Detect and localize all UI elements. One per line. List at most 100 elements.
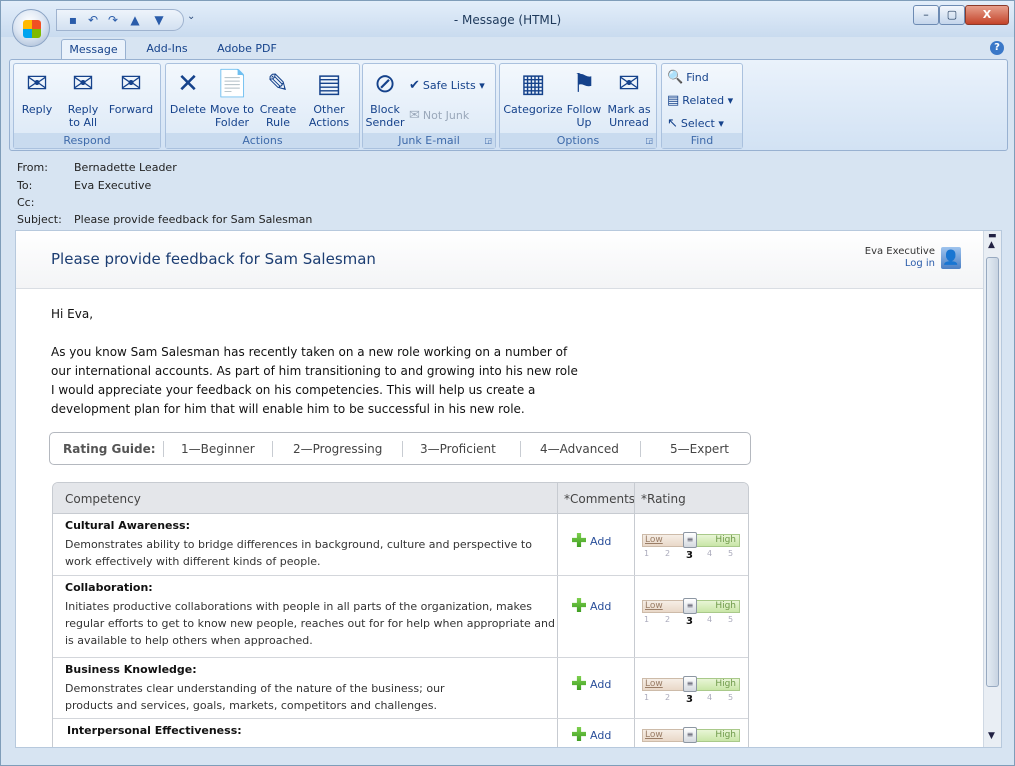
reply-all-icon: ✉ bbox=[72, 69, 94, 99]
plus-icon bbox=[572, 598, 586, 612]
scale-tick: 1 bbox=[644, 693, 650, 702]
dialog-launcher-icon[interactable]: ◲ bbox=[484, 136, 492, 145]
scale-tick: 2 bbox=[665, 615, 671, 624]
safe-lists-button[interactable]: ✔ Safe Lists ▾ bbox=[409, 78, 485, 94]
find-button[interactable]: 🔍 Find bbox=[667, 70, 709, 86]
banner-title: Please provide feedback for Sam Salesman bbox=[51, 250, 376, 268]
reply-icon: ✉ bbox=[26, 69, 48, 99]
tab-message[interactable]: Message bbox=[61, 39, 126, 60]
create-rule-icon: ✎ bbox=[267, 69, 289, 99]
rating-slider[interactable]: Low High ≡ bbox=[642, 727, 740, 747]
ribbon: ✉ Reply ✉ Reply to All ✉ Forward Respond ✕ D… bbox=[9, 59, 1008, 151]
group-label: Junk E-mail bbox=[363, 133, 495, 148]
not-junk-button[interactable]: ✉ Not Junk bbox=[409, 108, 469, 124]
scroll-up-arrow-icon[interactable]: ▲ bbox=[988, 240, 995, 250]
rating-slider[interactable]: Low High ≡ 1 2 3 4 5 bbox=[642, 532, 740, 564]
column-header-competency: Competency bbox=[65, 492, 141, 506]
competency-description: Demonstrates ability to bridge differenc… bbox=[65, 538, 532, 568]
delete-icon: ✕ bbox=[177, 69, 199, 99]
group-label: Actions bbox=[166, 133, 359, 148]
scale-tick: 4 bbox=[707, 693, 713, 702]
move-to-folder-button[interactable]: 📄 Move to Folder bbox=[208, 66, 256, 129]
competency-title: Business Knowledge: bbox=[65, 663, 197, 676]
rating-level: 5—Expert bbox=[670, 442, 729, 456]
categorize-button[interactable]: ▦ Categorize bbox=[502, 66, 564, 116]
scale-tick: 1 bbox=[644, 615, 650, 624]
scroll-thumb[interactable] bbox=[986, 257, 999, 687]
scroll-down-arrow-icon[interactable]: ▼ bbox=[988, 731, 995, 741]
rating-level: 4—Advanced bbox=[540, 442, 619, 456]
forward-button[interactable]: ✉ Forward bbox=[106, 66, 156, 116]
group-junk-email: ⊘ Block Sender ✔ Safe Lists ▾ ✉ Not Junk Ju… bbox=[362, 63, 496, 149]
add-comment-button[interactable]: Add bbox=[572, 533, 611, 548]
close-button[interactable]: X bbox=[965, 5, 1009, 25]
tab-adobe-pdf[interactable]: Adobe PDF bbox=[207, 39, 287, 60]
block-sender-button[interactable]: ⊘ Block Sender bbox=[365, 66, 405, 129]
follow-up-flag-icon: ⚑ bbox=[572, 69, 596, 99]
competency-table: Competency *Comments *Rating Cultural Aw… bbox=[52, 482, 749, 747]
related-icon: ▤ bbox=[667, 93, 680, 108]
maximize-button[interactable]: ▢ bbox=[939, 5, 965, 25]
plus-icon bbox=[572, 533, 586, 547]
slider-thumb[interactable]: ≡ bbox=[683, 676, 697, 692]
intro-paragraph: As you know Sam Salesman has recently ta… bbox=[51, 345, 578, 416]
office-button[interactable] bbox=[12, 9, 50, 47]
rating-slider[interactable]: Low High ≡ 1 2 3 4 5 bbox=[642, 676, 740, 708]
binoculars-icon: 🔍 bbox=[667, 70, 684, 85]
group-label: Options bbox=[500, 133, 656, 148]
rating-level: 2—Progressing bbox=[293, 442, 383, 456]
not-junk-icon: ✉ bbox=[409, 108, 420, 123]
add-comment-button[interactable]: Add bbox=[572, 727, 611, 742]
group-label: Respond bbox=[14, 133, 160, 148]
to-label: To: bbox=[17, 179, 33, 192]
select-button[interactable]: ↖ Select ▾ bbox=[667, 116, 724, 132]
help-icon[interactable]: ? bbox=[990, 41, 1004, 55]
competency-title: Cultural Awareness: bbox=[65, 519, 190, 532]
scale-tick: 3 bbox=[686, 550, 693, 561]
from-value[interactable]: Bernadette Leader bbox=[74, 161, 177, 174]
window-title: - Message (HTML) bbox=[453, 13, 562, 27]
greeting: Hi Eva, bbox=[51, 307, 94, 321]
reply-all-button[interactable]: ✉ Reply to All bbox=[62, 66, 104, 129]
group-actions: ✕ Delete 📄 Move to Folder ✎ Create Rule ▤ Ot… bbox=[165, 63, 360, 149]
group-respond: ✉ Reply ✉ Reply to All ✉ Forward Respond bbox=[13, 63, 161, 149]
add-comment-button[interactable]: Add bbox=[572, 676, 611, 691]
competency-description: Demonstrates clear understanding of the … bbox=[65, 682, 445, 712]
competency-description: Initiates productive collaborations with… bbox=[65, 600, 555, 647]
add-comment-button[interactable]: Add bbox=[572, 598, 611, 613]
vertical-scrollbar[interactable]: ▬ ▲ ▼ bbox=[983, 231, 1001, 747]
competency-title: Collaboration: bbox=[65, 581, 153, 594]
rating-level: 3—Proficient bbox=[420, 442, 496, 456]
minimize-button[interactable]: – bbox=[913, 5, 939, 25]
table-row: Collaboration: Initiates productive coll… bbox=[53, 576, 748, 658]
mark-as-unread-button[interactable]: ✉ Mark as Unread bbox=[606, 66, 652, 129]
plus-icon bbox=[572, 727, 586, 741]
message-body: Please provide feedback for Sam Salesman… bbox=[15, 230, 1002, 748]
office-logo-icon bbox=[23, 20, 41, 38]
table-row: Cultural Awareness: Demonstrates ability… bbox=[53, 514, 748, 576]
scale-tick: 5 bbox=[728, 549, 734, 558]
other-actions-icon: ▤ bbox=[316, 69, 342, 99]
competency-title: Interpersonal Effectiveness: bbox=[67, 724, 242, 737]
related-button[interactable]: ▤ Related ▾ bbox=[667, 93, 733, 109]
follow-up-button[interactable]: ⚑ Follow Up bbox=[564, 66, 604, 129]
reply-button[interactable]: ✉ Reply bbox=[18, 66, 56, 116]
scale-tick: 4 bbox=[707, 615, 713, 624]
to-value[interactable]: Eva Executive bbox=[74, 179, 151, 192]
other-actions-button[interactable]: ▤ Other Actions bbox=[302, 66, 356, 129]
rating-slider[interactable]: Low High ≡ 1 2 3 4 5 bbox=[642, 598, 740, 630]
slider-thumb[interactable]: ≡ bbox=[683, 532, 697, 548]
slider-high-label: High bbox=[692, 729, 740, 742]
move-to-folder-icon: 📄 bbox=[216, 69, 249, 99]
login-link[interactable]: Log in bbox=[865, 258, 935, 270]
dialog-launcher-icon[interactable]: ◲ bbox=[645, 136, 653, 145]
avatar: 👤 bbox=[941, 247, 961, 269]
mark-unread-icon: ✉ bbox=[618, 69, 640, 99]
slider-thumb[interactable]: ≡ bbox=[683, 727, 697, 743]
delete-button[interactable]: ✕ Delete bbox=[168, 66, 208, 116]
create-rule-button[interactable]: ✎ Create Rule bbox=[258, 66, 298, 129]
rating-level: 1—Beginner bbox=[181, 442, 255, 456]
slider-thumb[interactable]: ≡ bbox=[683, 598, 697, 614]
tab-add-ins[interactable]: Add-Ins bbox=[137, 39, 197, 60]
scale-tick: 3 bbox=[686, 694, 693, 705]
